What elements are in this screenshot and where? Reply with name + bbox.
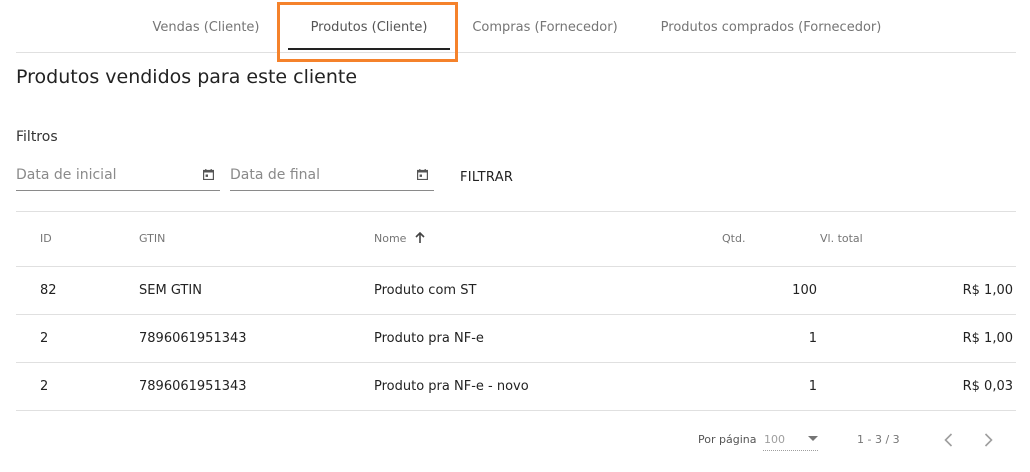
cell-vl-total: R$ 1,00 [962, 283, 1013, 298]
arrow-up-icon[interactable] [414, 231, 426, 244]
cell-qtd: 1 [808, 379, 817, 394]
cell-id: 2 [40, 379, 49, 394]
column-header-vl-total[interactable]: Vl. total [820, 212, 863, 266]
pagination: Por página 100 1 - 3 / 3 [0, 425, 1030, 455]
rows-per-page-select[interactable]: 100 [763, 430, 818, 451]
cell-nome: Produto pra NF-e [374, 331, 484, 346]
cell-id: 2 [40, 331, 49, 346]
table-header: ID GTIN Nome Qtd. Vl. total [16, 212, 1016, 267]
start-date-input[interactable] [16, 162, 186, 188]
tab-bar: Vendas (Cliente) Produtos (Cliente) Comp… [16, 0, 1016, 53]
tab-vendas-cliente[interactable]: Vendas (Cliente) [136, 0, 276, 52]
cell-gtin: 7896061951343 [139, 331, 247, 346]
chevron-down-icon [808, 436, 818, 441]
page: Vendas (Cliente) Produtos (Cliente) Comp… [0, 0, 1030, 472]
cell-id: 82 [40, 283, 57, 298]
table-row[interactable]: 82 SEM GTIN Produto com ST 100 R$ 1,00 [16, 267, 1016, 315]
start-date-field [16, 162, 220, 191]
cell-nome: Produto pra NF-e - novo [374, 379, 529, 394]
column-header-gtin[interactable]: GTIN [139, 212, 165, 266]
tab-produtos-cliente[interactable]: Produtos (Cliente) [288, 0, 450, 52]
filter-button[interactable]: FILTRAR [452, 166, 521, 190]
cell-qtd: 100 [792, 283, 817, 298]
end-date-input[interactable] [230, 162, 400, 188]
cell-qtd: 1 [808, 331, 817, 346]
cell-gtin: 7896061951343 [139, 379, 247, 394]
filters-label: Filtros [16, 129, 58, 145]
chevron-right-icon[interactable] [979, 431, 997, 449]
column-header-nome[interactable]: Nome [374, 212, 426, 266]
tab-compras-fornecedor[interactable]: Compras (Fornecedor) [462, 0, 628, 52]
cell-vl-total: R$ 1,00 [962, 331, 1013, 346]
end-date-field [230, 162, 434, 191]
products-table: ID GTIN Nome Qtd. Vl. total 82 SEM GTIN … [16, 211, 1016, 411]
rows-per-page-value: 100 [764, 433, 785, 446]
calendar-icon[interactable] [417, 169, 428, 180]
calendar-icon[interactable] [203, 169, 214, 180]
column-header-id[interactable]: ID [40, 212, 52, 266]
table-row[interactable]: 2 7896061951343 Produto pra NF-e - novo … [16, 363, 1016, 411]
tab-produtos-comprados-fornecedor[interactable]: Produtos comprados (Fornecedor) [646, 0, 896, 52]
table-row[interactable]: 2 7896061951343 Produto pra NF-e 1 R$ 1,… [16, 315, 1016, 363]
column-header-nome-label: Nome [374, 232, 407, 245]
pagination-range: 1 - 3 / 3 [857, 433, 900, 446]
cell-nome: Produto com ST [374, 283, 477, 298]
active-tab-indicator [288, 48, 450, 50]
chevron-left-icon[interactable] [940, 431, 958, 449]
page-title: Produtos vendidos para este cliente [16, 66, 358, 88]
cell-vl-total: R$ 0,03 [962, 379, 1013, 394]
rows-per-page-label: Por página [698, 433, 757, 446]
cell-gtin: SEM GTIN [139, 283, 202, 298]
column-header-qtd[interactable]: Qtd. [722, 212, 745, 266]
